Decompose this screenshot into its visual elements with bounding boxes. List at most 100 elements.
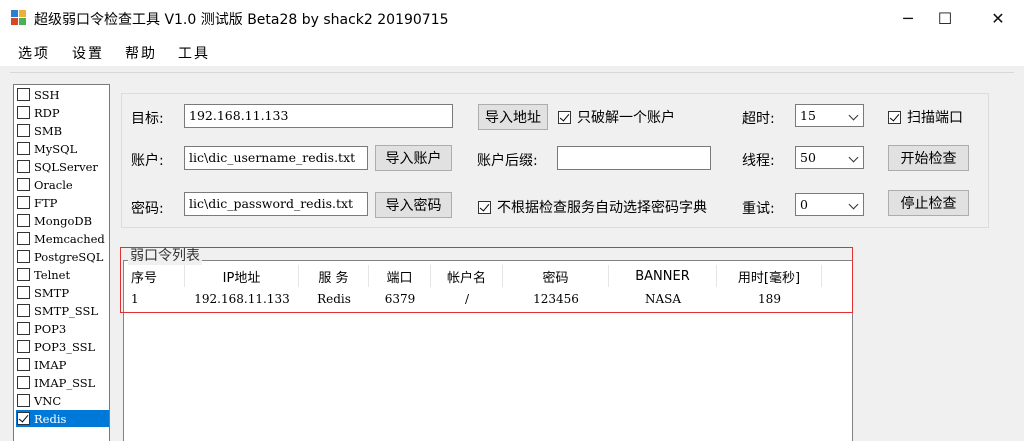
- cell-port: 6379: [384, 292, 416, 306]
- checkbox-icon[interactable]: [17, 214, 30, 227]
- service-item-rdp[interactable]: RDP: [16, 104, 109, 121]
- checkbox-icon[interactable]: [17, 178, 30, 191]
- service-item-sqlserver[interactable]: SQLServer: [16, 158, 109, 175]
- column-header-service[interactable]: 服 务: [299, 265, 369, 287]
- service-label: Telnet: [34, 267, 71, 282]
- service-item-pop3-ssl[interactable]: POP3_SSL: [16, 338, 109, 355]
- retry-label: 重试:: [742, 201, 775, 217]
- service-label: SMB: [34, 123, 63, 138]
- service-label: RDP: [34, 105, 60, 120]
- service-item-ssh[interactable]: SSH: [16, 86, 109, 103]
- column-header-password[interactable]: 密码: [503, 265, 609, 287]
- checkbox-icon[interactable]: [17, 106, 30, 119]
- account-suffix-input[interactable]: [557, 146, 711, 170]
- close-button[interactable]: ✕: [975, 0, 1021, 36]
- timeout-select[interactable]: 15: [795, 104, 864, 127]
- table-row[interactable]: 1 192.168.11.133 Redis 6379 / 123456 NAS…: [125, 289, 825, 309]
- scan-port-checkbox[interactable]: 扫描端口: [887, 107, 963, 127]
- menu-tools[interactable]: 工具: [178, 43, 210, 63]
- stop-check-button[interactable]: 停止检查: [888, 190, 969, 216]
- chevron-down-icon: [848, 110, 859, 121]
- service-item-smtp-ssl[interactable]: SMTP_SSL: [16, 302, 109, 319]
- target-input[interactable]: 192.168.11.133: [184, 104, 453, 128]
- menu-settings[interactable]: 设置: [72, 43, 104, 63]
- checkbox-icon[interactable]: [17, 412, 30, 425]
- menu-help[interactable]: 帮助: [125, 43, 157, 63]
- column-header-banner[interactable]: BANNER: [609, 265, 717, 287]
- service-label: Oracle: [34, 177, 73, 192]
- service-item-memcached[interactable]: Memcached: [16, 230, 109, 247]
- weak-password-list-title: 弱口令列表: [128, 245, 202, 265]
- maximize-button[interactable]: ☐: [922, 0, 968, 36]
- checkbox-icon[interactable]: [17, 232, 30, 245]
- chevron-down-icon: [848, 199, 859, 210]
- cell-index: 1: [131, 292, 139, 306]
- service-item-smtp[interactable]: SMTP: [16, 284, 109, 301]
- service-item-imap[interactable]: IMAP: [16, 356, 109, 373]
- chevron-down-icon: [848, 152, 859, 163]
- service-label: VNC: [34, 393, 62, 408]
- checkbox-icon[interactable]: [17, 160, 30, 173]
- checkbox-icon[interactable]: [17, 358, 30, 371]
- checkbox-icon[interactable]: [17, 394, 30, 407]
- account-input[interactable]: lic\dic_username_redis.txt: [184, 146, 368, 170]
- service-item-ftp[interactable]: FTP: [16, 194, 109, 211]
- retry-value: 0: [800, 197, 808, 212]
- checkbox-icon[interactable]: [17, 286, 30, 299]
- service-item-vnc[interactable]: VNC: [16, 392, 109, 409]
- service-item-telnet[interactable]: Telnet: [16, 266, 109, 283]
- threads-value: 50: [800, 150, 816, 165]
- cell-password: 123456: [533, 292, 579, 306]
- column-header-index[interactable]: 序号: [125, 265, 185, 287]
- service-item-oracle[interactable]: Oracle: [16, 176, 109, 193]
- service-label: POP3: [34, 321, 67, 336]
- checkbox-icon[interactable]: [17, 142, 30, 155]
- service-label: MySQL: [34, 141, 78, 156]
- checkbox-icon[interactable]: [17, 268, 30, 281]
- account-suffix-label: 账户后缀:: [477, 153, 538, 169]
- start-check-button[interactable]: 开始检查: [888, 145, 969, 171]
- checkbox-icon[interactable]: [17, 196, 30, 209]
- service-label: PostgreSQL: [34, 249, 104, 264]
- checkbox-icon[interactable]: [17, 88, 30, 101]
- cell-account: /: [464, 292, 470, 306]
- column-header-ip[interactable]: IP地址: [185, 265, 299, 287]
- checkbox-icon[interactable]: [17, 376, 30, 389]
- timeout-label: 超时:: [742, 111, 775, 127]
- service-label: SMTP_SSL: [34, 303, 99, 318]
- checkbox-icon[interactable]: [17, 322, 30, 335]
- target-label: 目标:: [131, 111, 164, 127]
- list-header: 序号 IP地址 服 务 端口 帐户名 密码 BANNER 用时[毫秒]: [125, 265, 825, 287]
- weak-password-list[interactable]: [123, 260, 853, 441]
- column-header-port[interactable]: 端口: [369, 265, 431, 287]
- checkbox-icon[interactable]: [17, 304, 30, 317]
- crack-one-account-checkbox[interactable]: 只破解一个账户: [557, 107, 675, 127]
- no-auto-dict-checkbox[interactable]: 不根据检查服务自动选择密码字典: [477, 197, 707, 217]
- threads-select[interactable]: 50: [795, 146, 864, 169]
- menu-options[interactable]: 选项: [18, 43, 50, 63]
- service-checklist[interactable]: SSH RDP SMB MySQL SQLServer Oracle FTP MongoDB M…: [13, 84, 110, 441]
- service-item-redis[interactable]: Redis: [16, 410, 109, 427]
- service-item-mysql[interactable]: MySQL: [16, 140, 109, 157]
- checkbox-icon[interactable]: [17, 124, 30, 137]
- service-item-postgresql[interactable]: PostgreSQL: [16, 248, 109, 265]
- column-header-account[interactable]: 帐户名: [431, 265, 503, 287]
- threads-label: 线程:: [742, 153, 775, 169]
- import-password-button[interactable]: 导入密码: [375, 192, 452, 218]
- service-item-smb[interactable]: SMB: [16, 122, 109, 139]
- service-item-imap-ssl[interactable]: IMAP_SSL: [16, 374, 109, 391]
- password-input[interactable]: lic\dic_password_redis.txt: [184, 192, 368, 216]
- retry-select[interactable]: 0: [795, 193, 864, 216]
- checkbox-icon[interactable]: [17, 340, 30, 353]
- import-account-button[interactable]: 导入账户: [375, 145, 452, 171]
- service-item-pop3[interactable]: POP3: [16, 320, 109, 337]
- checkbox-icon: [478, 200, 491, 214]
- service-item-mongodb[interactable]: MongoDB: [16, 212, 109, 229]
- checkbox-icon[interactable]: [17, 250, 30, 263]
- column-header-elapsed[interactable]: 用时[毫秒]: [717, 265, 822, 287]
- password-label: 密码:: [131, 201, 164, 217]
- timeout-value: 15: [800, 108, 816, 123]
- import-target-button[interactable]: 导入地址: [478, 104, 548, 130]
- menu-bar: 选项 设置 帮助 工具: [0, 36, 1024, 66]
- cell-ip: 192.168.11.133: [194, 292, 290, 306]
